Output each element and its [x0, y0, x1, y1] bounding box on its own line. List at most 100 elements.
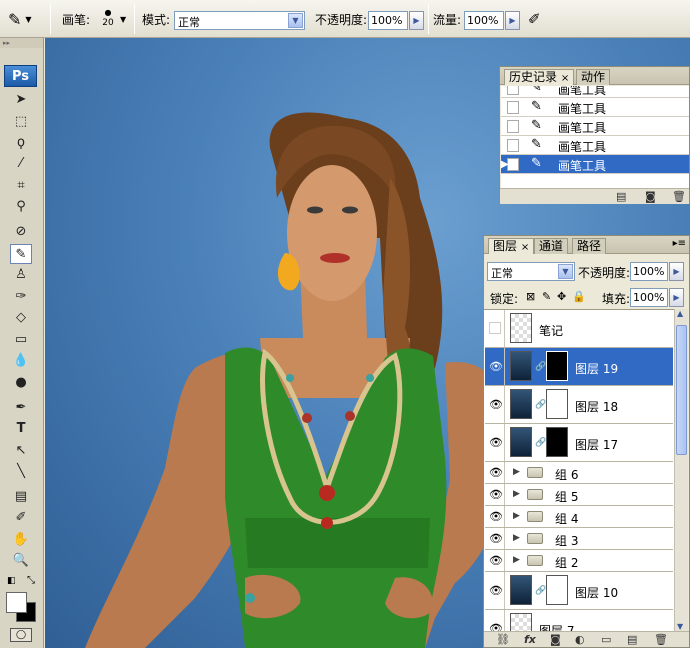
- marquee-tool-icon[interactable]: ⬚: [10, 112, 32, 132]
- tab-history[interactable]: 历史记录 ×: [504, 69, 575, 85]
- visibility-toggle[interactable]: 👁: [485, 506, 505, 527]
- crop-tool-icon[interactable]: ⌗: [10, 176, 32, 196]
- default-colors-icon[interactable]: ◧: [7, 576, 16, 586]
- visibility-toggle[interactable]: 👁: [485, 572, 505, 609]
- layer-mask-thumbnail[interactable]: [546, 389, 568, 419]
- brush-tool-icon[interactable]: ✎: [10, 244, 32, 264]
- layer-mask-thumbnail[interactable]: [546, 427, 568, 457]
- gradient-tool-icon[interactable]: ▭: [10, 330, 32, 350]
- history-item[interactable]: ✎ 画笔工具: [501, 136, 689, 155]
- visibility-toggle[interactable]: 👁: [485, 550, 505, 571]
- fill-input[interactable]: 100%: [630, 288, 668, 307]
- blur-tool-icon[interactable]: 💧: [10, 351, 32, 371]
- expand-triangle-icon[interactable]: ▶: [513, 467, 520, 477]
- history-item-current[interactable]: ▶ ✎ 画笔工具: [501, 155, 689, 174]
- flow-input[interactable]: 100%: [464, 11, 504, 30]
- layer-row[interactable]: 👁 图层 7: [485, 610, 673, 631]
- link-icon[interactable]: 🔗: [535, 400, 546, 410]
- expand-triangle-icon[interactable]: ▶: [513, 533, 520, 543]
- slice-tool-icon[interactable]: ⚲: [10, 197, 32, 217]
- visibility-toggle[interactable]: 👁: [485, 610, 505, 631]
- scroll-down-icon[interactable]: ▼: [677, 622, 683, 631]
- layer-row[interactable]: 👁 🔗 图层 10: [485, 572, 673, 610]
- visibility-toggle[interactable]: 👁: [485, 424, 505, 461]
- history-brush-tool-icon[interactable]: ✑: [10, 287, 32, 307]
- history-item[interactable]: ✎ 画笔工具: [501, 86, 689, 98]
- opacity-input[interactable]: 100%: [368, 11, 408, 30]
- eraser-tool-icon[interactable]: ◇: [10, 308, 32, 328]
- lasso-tool-icon[interactable]: ϙ: [10, 133, 32, 153]
- path-selection-tool-icon[interactable]: ↖: [10, 441, 32, 461]
- swap-colors-icon[interactable]: ⤡: [27, 575, 35, 586]
- zoom-tool-icon[interactable]: 🔍: [10, 551, 32, 571]
- new-document-icon[interactable]: ▤: [616, 190, 626, 203]
- quick-mask-icon[interactable]: ◯: [10, 628, 32, 642]
- flow-slider-button[interactable]: ▶: [505, 11, 520, 30]
- visibility-toggle[interactable]: 👁: [485, 386, 505, 423]
- scroll-up-icon[interactable]: ▲: [677, 309, 683, 318]
- group-row[interactable]: 👁 ▶ 组 2: [485, 550, 673, 572]
- airbrush-icon[interactable]: ✐: [528, 0, 541, 38]
- layers-scrollbar[interactable]: ▲ ▼: [674, 309, 688, 631]
- visibility-toggle[interactable]: 👁: [485, 348, 505, 385]
- group-row[interactable]: 👁 ▶ 组 3: [485, 528, 673, 550]
- visibility-toggle[interactable]: 👁: [485, 484, 505, 505]
- layer-row[interactable]: 笔记: [485, 310, 673, 348]
- link-layers-icon[interactable]: ⛓: [496, 633, 510, 646]
- lock-transparency-icon[interactable]: ⊠: [526, 290, 535, 303]
- toolbox-grip[interactable]: ▸▸: [0, 38, 43, 48]
- visibility-toggle[interactable]: [485, 310, 505, 347]
- adjustment-layer-icon[interactable]: ◐: [575, 633, 585, 646]
- move-tool-icon[interactable]: ➤: [10, 90, 32, 110]
- magic-wand-tool-icon[interactable]: ⁄: [10, 154, 32, 174]
- tab-channels[interactable]: 通道: [534, 238, 569, 254]
- lock-position-icon[interactable]: ✥: [557, 290, 566, 303]
- clone-stamp-tool-icon[interactable]: ♙: [10, 265, 32, 285]
- lock-image-icon[interactable]: ✎: [542, 290, 551, 303]
- mode-select[interactable]: 正常 ▼: [174, 11, 305, 30]
- brush-dropdown-icon[interactable]: ▼: [120, 15, 126, 24]
- line-tool-icon[interactable]: ╲: [10, 462, 32, 482]
- tab-paths[interactable]: 路径: [572, 238, 607, 254]
- layer-style-icon[interactable]: fx: [524, 633, 536, 646]
- layer-row[interactable]: 👁 🔗 图层 18: [485, 386, 673, 424]
- close-icon[interactable]: ×: [521, 242, 529, 253]
- scrollbar-thumb[interactable]: [676, 325, 687, 455]
- visibility-toggle[interactable]: 👁: [485, 462, 505, 483]
- blend-mode-select[interactable]: 正常 ▼: [487, 262, 575, 281]
- panel-menu-icon[interactable]: ▸≡: [673, 238, 686, 249]
- layer-opacity-slider-button[interactable]: ▶: [669, 262, 684, 281]
- new-layer-icon[interactable]: ▤: [627, 633, 637, 646]
- fill-slider-button[interactable]: ▶: [669, 288, 684, 307]
- snapshot-icon[interactable]: ◙: [645, 190, 656, 203]
- tab-layers[interactable]: 图层 ×: [488, 238, 535, 254]
- expand-triangle-icon[interactable]: ▶: [513, 511, 520, 521]
- trash-icon[interactable]: 🗑: [672, 190, 686, 203]
- healing-brush-tool-icon[interactable]: ⊘: [10, 222, 32, 242]
- trash-icon[interactable]: 🗑: [654, 633, 668, 646]
- link-icon[interactable]: 🔗: [535, 438, 546, 448]
- new-group-icon[interactable]: ▭: [601, 633, 611, 646]
- layer-mask-thumbnail[interactable]: [546, 575, 568, 605]
- layer-opacity-input[interactable]: 100%: [630, 262, 668, 281]
- add-mask-icon[interactable]: ◙: [550, 633, 561, 646]
- link-icon[interactable]: 🔗: [535, 586, 546, 596]
- history-state-slider-icon[interactable]: ▶: [501, 159, 509, 170]
- tab-actions[interactable]: 动作: [576, 69, 611, 85]
- snapshot-checkbox[interactable]: [507, 101, 519, 114]
- layer-row-selected[interactable]: 👁 🔗 图层 19: [485, 348, 673, 386]
- brush-preset-picker[interactable]: ● 20: [98, 0, 118, 38]
- history-item[interactable]: ✎ 画笔工具: [501, 98, 689, 117]
- link-icon[interactable]: 🔗: [535, 362, 546, 372]
- group-row[interactable]: 👁 ▶ 组 5: [485, 484, 673, 506]
- photoshop-logo[interactable]: Ps: [4, 65, 37, 87]
- eyedropper-tool-icon[interactable]: ✐: [10, 508, 32, 528]
- dodge-tool-icon[interactable]: ●: [10, 373, 32, 393]
- foreground-color-swatch[interactable]: [6, 592, 27, 613]
- expand-triangle-icon[interactable]: ▶: [513, 489, 520, 499]
- pen-tool-icon[interactable]: ✒: [10, 398, 32, 418]
- hand-tool-icon[interactable]: ✋: [10, 530, 32, 550]
- expand-triangle-icon[interactable]: ▶: [513, 555, 520, 565]
- layer-row[interactable]: 👁 🔗 图层 17: [485, 424, 673, 462]
- opacity-slider-button[interactable]: ▶: [409, 11, 424, 30]
